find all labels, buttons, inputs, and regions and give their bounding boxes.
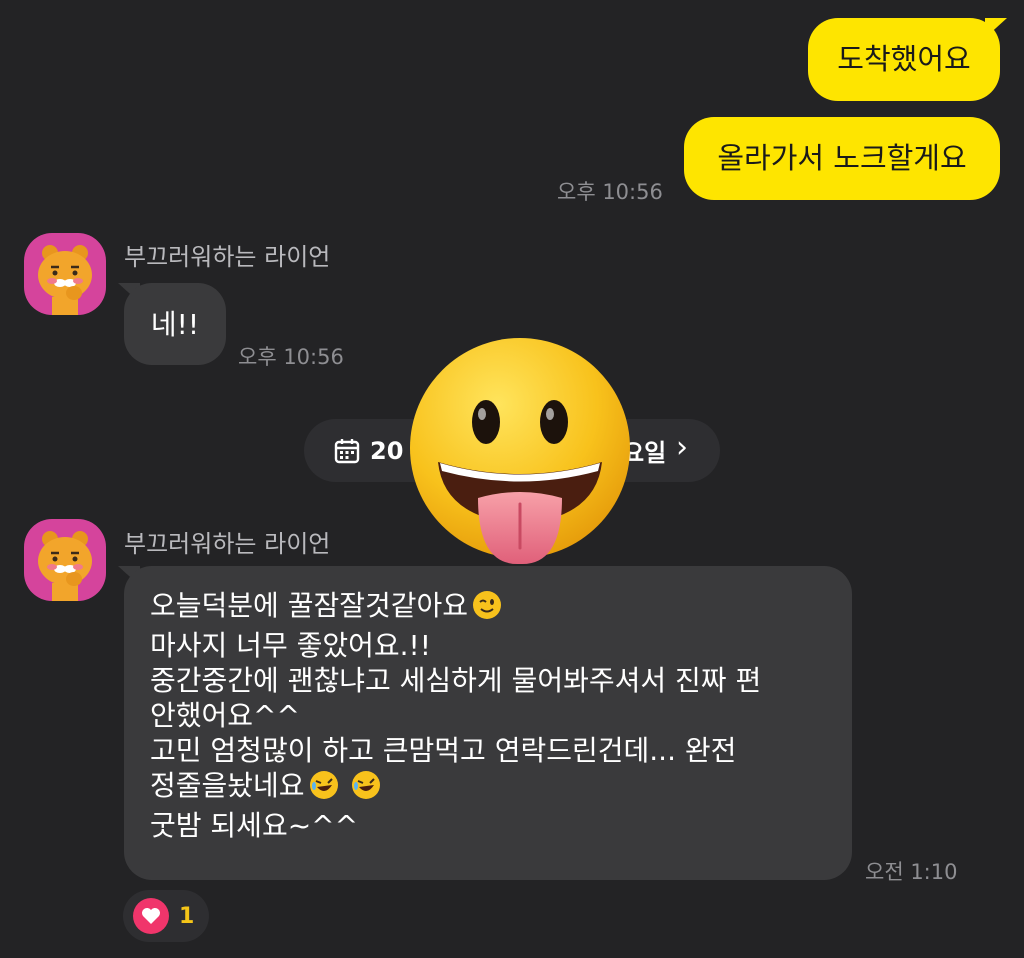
bubble-tail (985, 18, 1007, 38)
avatar[interactable] (24, 519, 106, 601)
avatar[interactable] (24, 233, 106, 315)
heart-icon (133, 898, 169, 934)
message-line: 마사지 너무 좋았어요.!! (150, 629, 431, 662)
reaction-badge[interactable]: 1 (123, 890, 209, 942)
incoming-message[interactable]: 네!! (124, 283, 226, 365)
message-text: 올라가서 노크할게요 (717, 141, 967, 175)
message-time: 오후 10:56 (557, 180, 663, 204)
ryan-character-icon (38, 531, 92, 601)
message-time: 오전 1:10 (865, 860, 958, 884)
sender-name: 부끄러워하는 라이언 (124, 530, 331, 558)
message-text: 도착했어요 (837, 42, 971, 76)
message-line: 중간중간에 괜찮냐고 세심하게 물어봐주셔서 진짜 편 (150, 664, 762, 697)
outgoing-message[interactable]: 도착했어요 (808, 18, 1000, 101)
tongue-out-emoji-sticker (410, 338, 630, 565)
message-text: 네!! (150, 307, 200, 341)
date-text-start: 20 (370, 436, 404, 465)
sender-name: 부끄러워하는 라이언 (124, 243, 331, 271)
calendar-icon (334, 438, 360, 463)
winking-face-icon (472, 590, 502, 628)
reaction-count: 1 (179, 903, 195, 929)
message-line: 고민 엄청많이 하고 큰맘먹고 연락드린건데... 완전 (150, 734, 737, 767)
message-line: 굿밤 되세요~^^ (150, 809, 359, 842)
message-line: 정줄을놨네요 (150, 768, 852, 808)
ryan-character-icon (38, 245, 92, 315)
rolling-laughing-icon (309, 770, 339, 808)
message-line: 오늘덕분에 꿀잠잘것같아요 (150, 588, 852, 628)
outgoing-message[interactable]: 올라가서 노크할게요 (684, 117, 1000, 200)
rolling-laughing-icon (351, 770, 381, 808)
message-line: 안했어요^^ (150, 699, 300, 732)
message-time: 오후 10:56 (238, 345, 344, 369)
incoming-message[interactable]: 오늘덕분에 꿀잠잘것같아요 마사지 너무 좋았어요.!! 중간중간에 괜찮냐고 … (124, 566, 852, 880)
chevron-right-icon: › (676, 430, 688, 465)
